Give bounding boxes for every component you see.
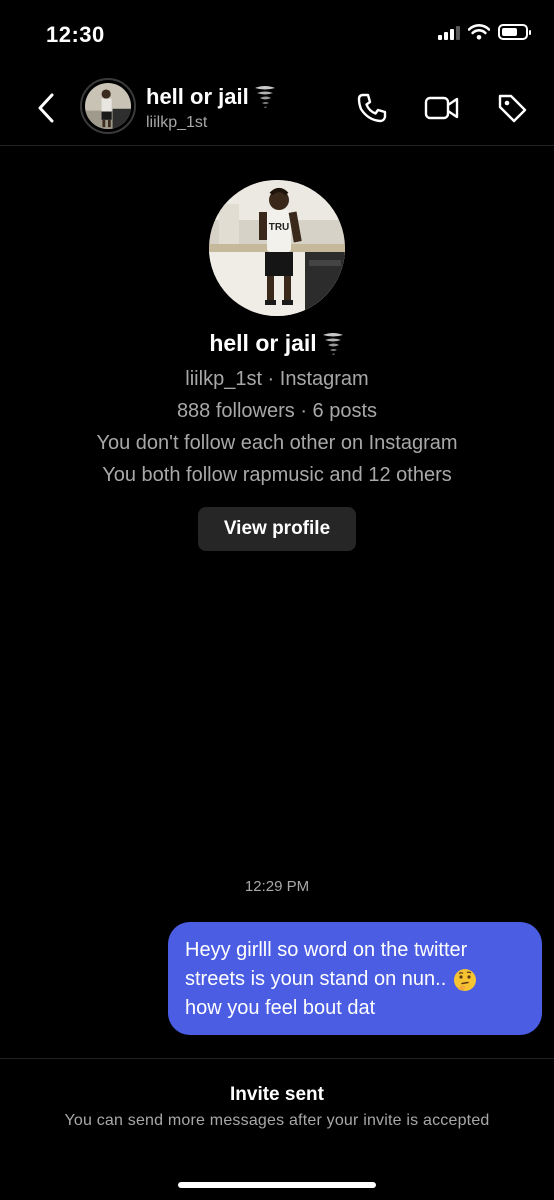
back-button[interactable] (28, 88, 64, 128)
tag-button[interactable] (492, 88, 532, 128)
follow-status: You don't follow each other on Instagram (96, 432, 458, 454)
call-button[interactable] (352, 88, 392, 128)
message-line: how you feel bout dat (185, 997, 376, 1019)
profile-handle-line: liilkp_1st · Instagram (185, 368, 369, 390)
profile-avatar[interactable]: TRU (209, 180, 345, 316)
invite-footer: Invite sent You can send more messages a… (0, 1058, 554, 1200)
svg-text:TRU: TRU (269, 222, 290, 233)
tag-icon (498, 94, 527, 123)
invite-title: Invite sent (230, 1084, 324, 1105)
avatar-photo (85, 83, 131, 129)
phone-icon (357, 93, 387, 123)
message-timestamp: 12:29 PM (244, 878, 310, 895)
video-camera-icon (424, 96, 459, 120)
view-profile-button[interactable]: View profile (198, 507, 356, 551)
profile-name-text: hell or jail (209, 330, 317, 356)
profile-stats: 888 followers · 6 posts (176, 400, 378, 422)
sent-message-bubble[interactable]: Heyy girlll so word on the twitter stree… (168, 922, 542, 1035)
header-handle[interactable]: liilkp_1st (146, 114, 207, 132)
thinking-face-emoji-icon (453, 968, 476, 991)
chat-header: hell or jail liilkp_1st (0, 70, 554, 146)
status-icons (438, 24, 531, 40)
dm-screen: 12:30 hell or jail liilkp_1st TRU hell o… (0, 0, 554, 1200)
header-actions (352, 88, 532, 128)
status-time: 12:30 (46, 22, 105, 47)
wifi-icon (468, 24, 490, 40)
status-bar: 12:30 (0, 0, 554, 70)
profile-name: hell or jail (0, 330, 554, 357)
tornado-emoji-icon (322, 332, 343, 355)
invite-subtitle: You can send more messages after your in… (64, 1112, 490, 1129)
home-indicator[interactable] (178, 1182, 376, 1188)
chevron-left-icon (38, 93, 54, 123)
header-name[interactable]: hell or jail (146, 84, 277, 110)
message-line: Heyy girlll so word on the twitter (185, 939, 468, 961)
cellular-signal-icon (438, 24, 460, 40)
video-call-button[interactable] (422, 88, 462, 128)
tornado-emoji-icon (254, 86, 275, 108)
battery-icon (498, 24, 531, 40)
profile-photo: TRU (209, 180, 345, 316)
header-avatar[interactable] (80, 78, 136, 134)
message-line: streets is youn stand on nun.. (185, 965, 526, 994)
message-line-text: streets is youn stand on nun.. (185, 968, 447, 990)
profile-card: TRU hell or jail liilkp_1st · Instagram … (0, 180, 554, 551)
mutual-followers: You both follow rapmusic and 12 others (102, 464, 452, 486)
header-name-text: hell or jail (146, 84, 249, 109)
